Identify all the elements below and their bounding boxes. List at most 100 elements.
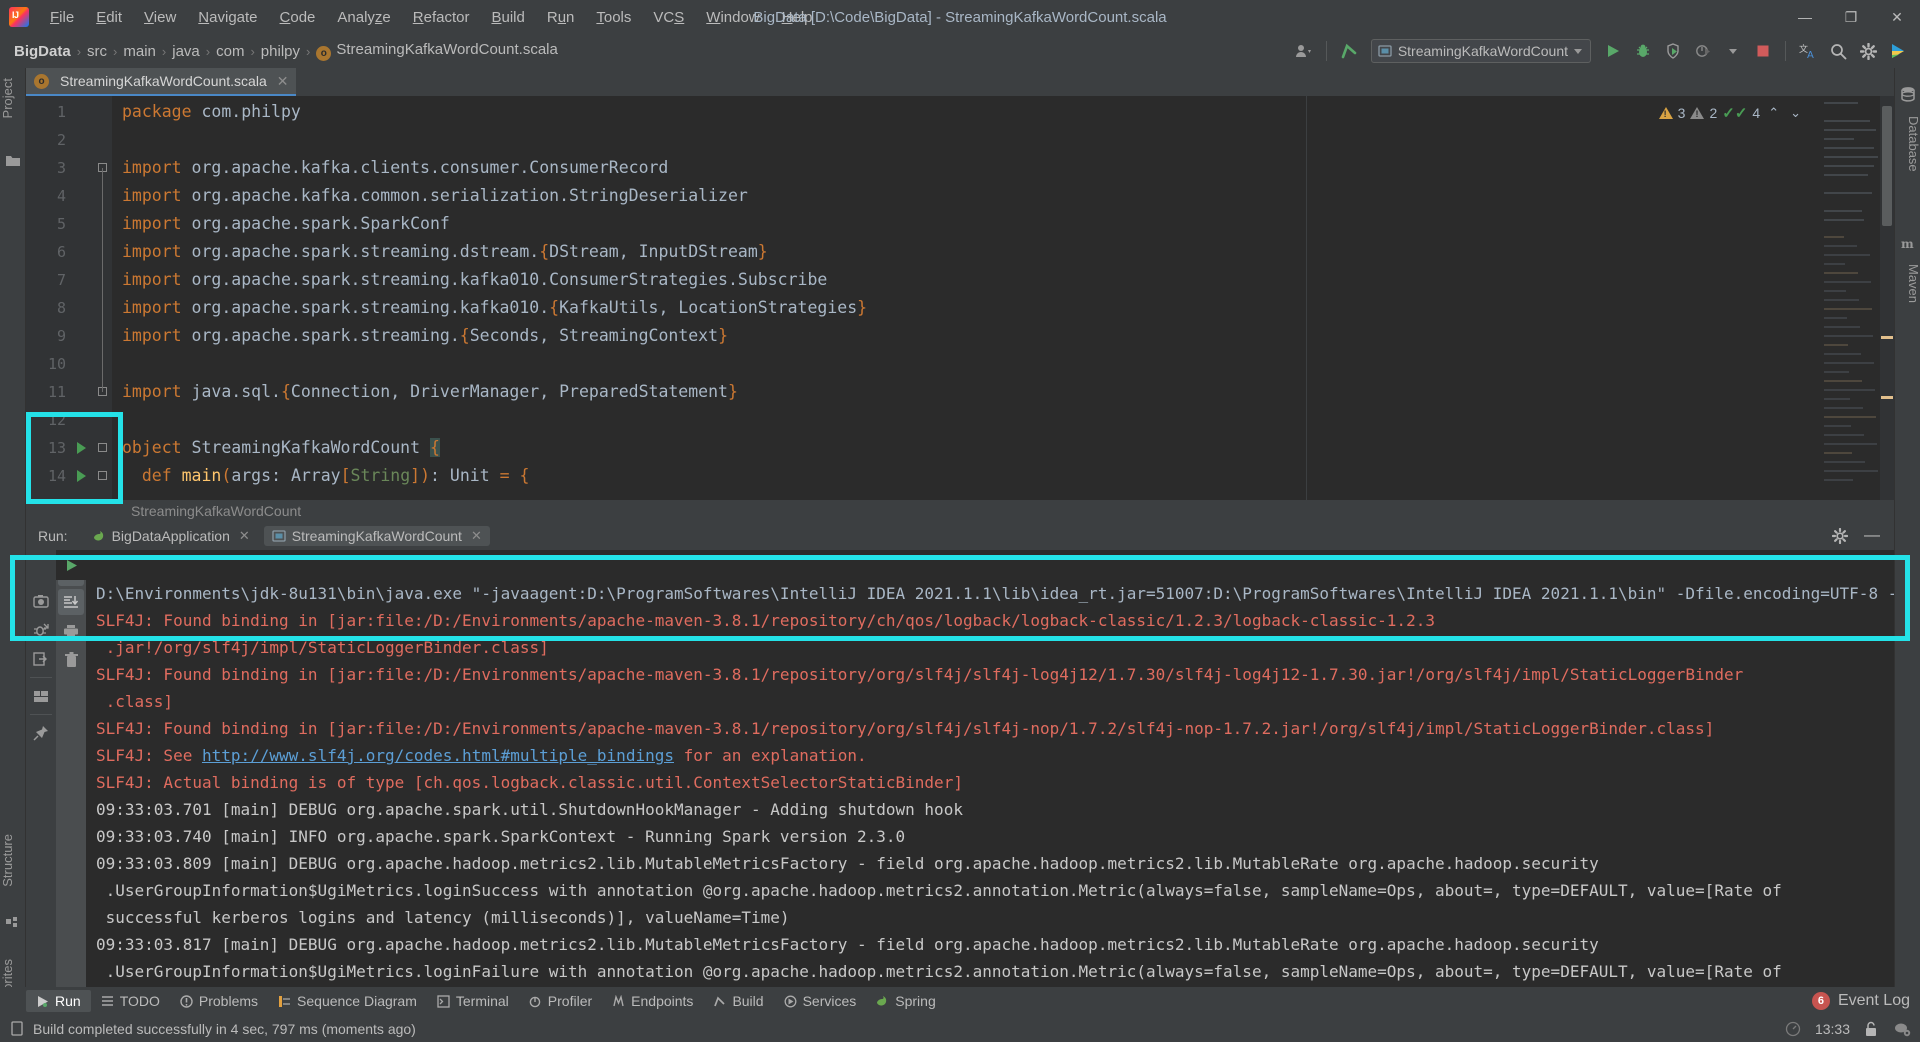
editor-tab[interactable]: o StreamingKafkaWordCount.scala ✕ bbox=[26, 68, 297, 96]
search-icon[interactable] bbox=[1824, 37, 1852, 65]
breadcrumb-main[interactable]: main bbox=[119, 41, 160, 62]
editor-code-area[interactable]: package com.philpy import org.apache.kaf… bbox=[112, 96, 1894, 500]
code-editor[interactable]: 1 2 3 4 5 6 7 8 9 10 11 12 13 14 package com.philpy i… bbox=[26, 96, 1894, 500]
bottom-tab-todo[interactable]: TODO bbox=[91, 990, 170, 1012]
code-line[interactable] bbox=[112, 406, 1894, 434]
menu-file[interactable]: File bbox=[39, 5, 85, 30]
menu-window[interactable]: Window bbox=[695, 5, 770, 30]
lock-icon[interactable] bbox=[1864, 1021, 1880, 1037]
debug-icon[interactable] bbox=[1629, 37, 1657, 65]
menu-view[interactable]: View bbox=[133, 5, 187, 30]
run-configuration-selector[interactable]: StreamingKafkaWordCount bbox=[1370, 39, 1591, 63]
console-link[interactable]: http://www.slf4j.org/codes.html#multiple… bbox=[202, 746, 674, 765]
code-line[interactable]: import java.sql.{Connection, DriverManag… bbox=[112, 378, 1894, 406]
print-icon[interactable] bbox=[58, 618, 84, 644]
editor-gutter[interactable]: 1 2 3 4 5 6 7 8 9 10 11 12 13 14 bbox=[26, 96, 112, 500]
vcs-update-icon[interactable] bbox=[1335, 37, 1363, 65]
inspection-icon[interactable] bbox=[1894, 1021, 1911, 1037]
breadcrumb-project[interactable]: BigData bbox=[10, 41, 75, 62]
editor-breadcrumb[interactable]: StreamingKafkaWordCount bbox=[26, 500, 1894, 522]
run-options-chevron-icon[interactable] bbox=[1719, 37, 1747, 65]
gutter-line[interactable]: 8 bbox=[26, 294, 112, 322]
close-icon[interactable]: ✕ bbox=[471, 528, 482, 544]
code-line[interactable]: import org.apache.spark.streaming.kafka0… bbox=[112, 294, 1894, 322]
gutter-run-icon[interactable] bbox=[74, 469, 88, 483]
thread-dump-icon[interactable] bbox=[28, 617, 54, 643]
gutter-line[interactable]: 5 bbox=[26, 210, 112, 238]
gutter-line[interactable]: 10 bbox=[26, 350, 112, 378]
code-line[interactable]: import org.apache.spark.streaming.{Secon… bbox=[112, 322, 1894, 350]
breadcrumb-philpy[interactable]: philpy bbox=[257, 41, 304, 62]
fold-marker[interactable] bbox=[98, 471, 107, 480]
menu-code[interactable]: Code bbox=[269, 5, 327, 30]
console-output[interactable]: D:\Environments\jdk-8u131\bin\java.exe "… bbox=[86, 550, 1894, 987]
minimize-panel-button[interactable]: — bbox=[1858, 522, 1886, 550]
menu-vcs[interactable]: VCS bbox=[642, 5, 695, 30]
gutter-line[interactable]: 2 bbox=[26, 126, 112, 154]
gutter-line[interactable]: 13 bbox=[26, 434, 112, 462]
code-line[interactable]: import org.apache.kafka.common.serializa… bbox=[112, 182, 1894, 210]
event-log-button[interactable]: 6 Event Log bbox=[1811, 992, 1910, 1010]
menu-help[interactable]: Help bbox=[771, 5, 824, 30]
code-line[interactable]: package com.philpy bbox=[112, 98, 1894, 126]
run-icon[interactable] bbox=[1599, 37, 1627, 65]
settings-icon[interactable] bbox=[1854, 37, 1882, 65]
bottom-tab-terminal[interactable]: Terminal bbox=[427, 990, 519, 1012]
menu-edit[interactable]: Edit bbox=[85, 5, 133, 30]
translate-icon[interactable]: 文A bbox=[1794, 37, 1822, 65]
menu-analyze[interactable]: Analyze bbox=[326, 5, 401, 30]
trash-icon[interactable] bbox=[58, 647, 84, 673]
code-line[interactable]: import org.apache.spark.streaming.dstrea… bbox=[112, 238, 1894, 266]
code-line[interactable]: def main(args: Array[String]): Unit = { bbox=[112, 462, 1894, 490]
sidebar-item-project[interactable]: Project bbox=[0, 72, 26, 124]
menu-run[interactable]: Run bbox=[536, 5, 586, 30]
code-line[interactable] bbox=[112, 126, 1894, 154]
breadcrumb-java[interactable]: java bbox=[168, 41, 204, 62]
gutter-line[interactable]: 4 bbox=[26, 182, 112, 210]
code-line[interactable]: import org.apache.spark.SparkConf bbox=[112, 210, 1894, 238]
gutter-line[interactable]: 12 bbox=[26, 406, 112, 434]
layout-icon[interactable] bbox=[28, 683, 54, 709]
run-tab-streamingkafkawordcount[interactable]: StreamingKafkaWordCount ✕ bbox=[263, 526, 490, 546]
camera-icon[interactable] bbox=[28, 588, 54, 614]
menu-navigate[interactable]: Navigate bbox=[187, 5, 268, 30]
sidebar-item-structure[interactable]: Structure bbox=[0, 828, 26, 893]
close-icon[interactable]: ✕ bbox=[239, 528, 250, 544]
bottom-tab-profiler[interactable]: Profiler bbox=[519, 990, 602, 1012]
stop-icon[interactable] bbox=[1749, 37, 1777, 65]
code-line[interactable]: object StreamingKafkaWordCount { bbox=[112, 434, 1894, 462]
coverage-icon[interactable] bbox=[1659, 37, 1687, 65]
export-icon[interactable] bbox=[28, 646, 54, 672]
gutter-line[interactable]: 14 bbox=[26, 462, 112, 490]
sidebar-item-maven[interactable]: Maven bbox=[1895, 258, 1920, 309]
gutter-line[interactable]: 1 bbox=[26, 98, 112, 126]
profile-icon[interactable] bbox=[1689, 37, 1717, 65]
gear-icon[interactable] bbox=[1826, 522, 1854, 550]
bottom-tab-sequence-diagram[interactable]: Sequence Diagram bbox=[268, 990, 427, 1012]
pin-icon[interactable] bbox=[28, 720, 54, 746]
code-line[interactable]: import org.apache.spark.streaming.kafka0… bbox=[112, 266, 1894, 294]
breadcrumb-file[interactable]: o StreamingKafkaWordCount.scala bbox=[312, 39, 562, 63]
close-icon[interactable]: ✕ bbox=[277, 73, 289, 90]
gutter-line[interactable]: 3 bbox=[26, 154, 112, 182]
next-problem-button[interactable]: ⌄ bbox=[1787, 105, 1804, 121]
bottom-tab-services[interactable]: Services bbox=[774, 990, 867, 1012]
menu-refactor[interactable]: Refactor bbox=[402, 5, 481, 30]
bottom-tab-problems[interactable]: Problems bbox=[170, 990, 268, 1012]
gutter-line[interactable]: 11 bbox=[26, 378, 112, 406]
code-line[interactable] bbox=[112, 350, 1894, 378]
user-icon[interactable] bbox=[1290, 37, 1318, 65]
minimize-button[interactable]: — bbox=[1782, 0, 1828, 34]
fold-marker[interactable] bbox=[98, 443, 107, 452]
editor-scrollbar[interactable] bbox=[1880, 96, 1894, 500]
memory-icon[interactable] bbox=[1785, 1021, 1801, 1037]
gutter-line[interactable]: 9 bbox=[26, 322, 112, 350]
run-tab-bigdataapplication[interactable]: BigDataApplication ✕ bbox=[84, 526, 258, 546]
close-button[interactable]: ✕ bbox=[1874, 0, 1920, 34]
maximize-button[interactable]: ❐ bbox=[1828, 0, 1874, 34]
sidebar-item-database[interactable]: Database bbox=[1895, 110, 1920, 178]
code-line[interactable]: import org.apache.kafka.clients.consumer… bbox=[112, 154, 1894, 182]
gutter-line[interactable]: 6 bbox=[26, 238, 112, 266]
scrollbar-thumb[interactable] bbox=[1882, 106, 1892, 226]
breadcrumb-com[interactable]: com bbox=[212, 41, 248, 62]
